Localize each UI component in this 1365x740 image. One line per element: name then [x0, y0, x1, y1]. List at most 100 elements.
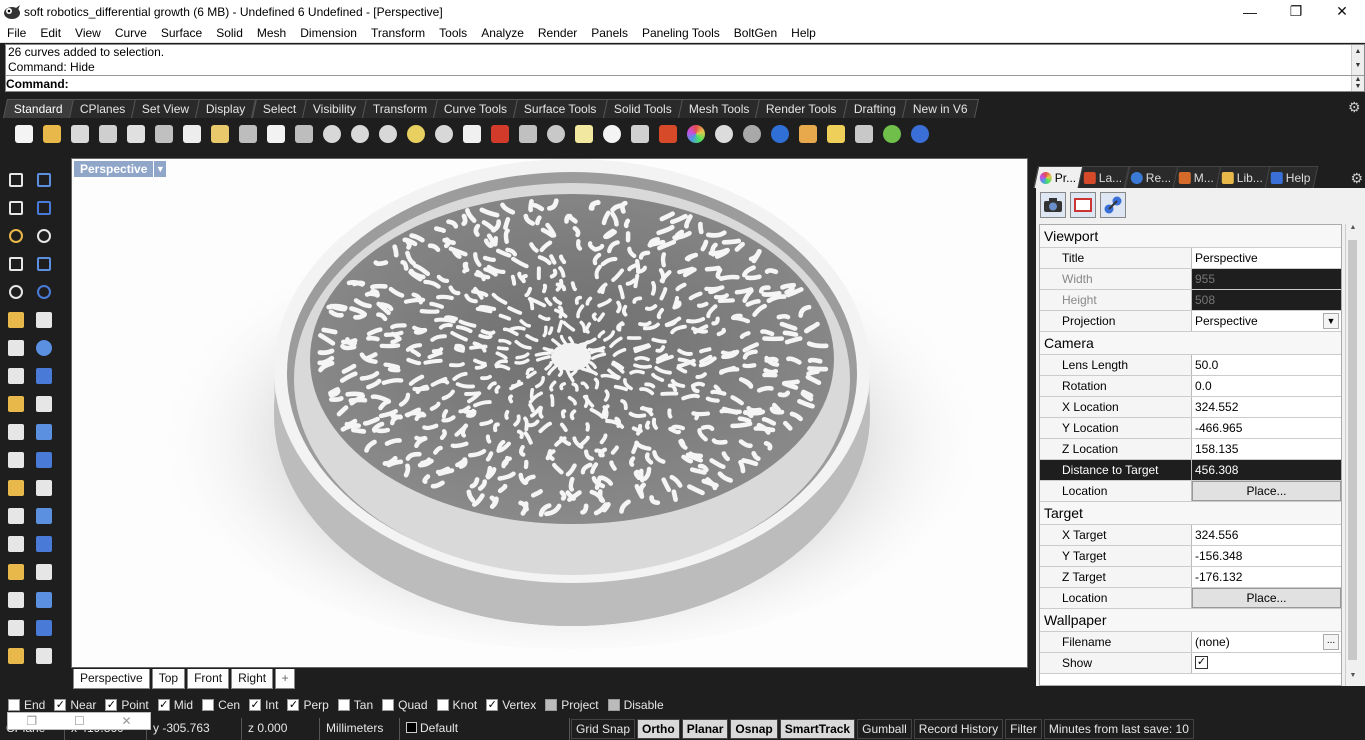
- bulb-button[interactable]: [599, 122, 624, 147]
- viewport-frame-icon[interactable]: [1070, 192, 1096, 218]
- rectangle-tool[interactable]: [30, 251, 58, 277]
- paste-button[interactable]: [207, 122, 232, 147]
- minimize-button[interactable]: —: [1227, 0, 1273, 23]
- dimension-tool[interactable]: [30, 503, 58, 529]
- tab-set-view[interactable]: Set View: [131, 99, 201, 118]
- layer-pane[interactable]: Default: [400, 718, 570, 740]
- osnap-cen[interactable]: Cen: [202, 698, 240, 712]
- osnap-end[interactable]: End: [8, 698, 45, 712]
- osnap-checkbox[interactable]: [545, 699, 558, 711]
- array-tool[interactable]: [2, 531, 30, 557]
- tab-standard[interactable]: Standard: [2, 99, 74, 118]
- z-target-field[interactable]: -176.132: [1192, 567, 1341, 587]
- x-location-field[interactable]: 324.552: [1192, 397, 1341, 417]
- menu-solid[interactable]: Solid: [209, 23, 250, 43]
- material-cube-tool[interactable]: [2, 643, 30, 669]
- crop-button[interactable]: [851, 122, 876, 147]
- grid-tool[interactable]: [30, 559, 58, 585]
- sphere-solid-tool[interactable]: [30, 335, 58, 361]
- distance-to-target-field[interactable]: 456.308: [1192, 460, 1341, 480]
- zoom-extents-button[interactable]: [375, 122, 400, 147]
- osnap-checkbox[interactable]: ✓: [249, 699, 262, 711]
- menu-file[interactable]: File: [0, 23, 33, 43]
- select-arrow-tool[interactable]: [2, 167, 30, 193]
- zoom-window-button[interactable]: [347, 122, 372, 147]
- osnap-point[interactable]: ✓ Point: [105, 698, 149, 712]
- split-tool[interactable]: [30, 419, 58, 445]
- open-button[interactable]: [39, 122, 64, 147]
- sphere-blue-button[interactable]: [767, 122, 792, 147]
- tab-new-in-v6[interactable]: New in V6: [901, 99, 979, 118]
- point-button[interactable]: [515, 122, 540, 147]
- menu-mesh[interactable]: Mesh: [250, 23, 293, 43]
- car-button[interactable]: [487, 122, 512, 147]
- sphere-shaded-button[interactable]: [711, 122, 736, 147]
- z-location-field[interactable]: 158.135: [1192, 439, 1341, 459]
- polygon-tool[interactable]: [2, 279, 30, 305]
- osnap-checkbox[interactable]: ✓: [287, 699, 300, 711]
- group-tool[interactable]: [30, 447, 58, 473]
- menu-dimension[interactable]: Dimension: [293, 23, 364, 43]
- curve-points-tool[interactable]: [30, 195, 58, 221]
- cut-button[interactable]: [151, 122, 176, 147]
- point-dot-tool[interactable]: [30, 167, 58, 193]
- menu-panels[interactable]: Panels: [584, 23, 635, 43]
- filename-field[interactable]: (none) ...: [1192, 632, 1341, 652]
- pan-hand-button[interactable]: [263, 122, 288, 147]
- tab-display[interactable]: Display: [195, 99, 257, 118]
- scroll-down-icon[interactable]: ▼: [1346, 672, 1360, 686]
- osnap-checkbox[interactable]: ✓: [157, 699, 170, 711]
- osnap-near[interactable]: ✓ Near: [54, 698, 96, 712]
- four-viewports-button[interactable]: [459, 122, 484, 147]
- osnap-checkbox[interactable]: ✓: [105, 699, 118, 711]
- height-tool[interactable]: [30, 587, 58, 613]
- viewport-tab-right[interactable]: Right: [231, 669, 274, 689]
- lock-button[interactable]: [627, 122, 652, 147]
- viewport-title[interactable]: Perspective ▼: [74, 161, 167, 177]
- close-icon[interactable]: ✕: [122, 714, 132, 728]
- panel-tab-properties[interactable]: Pr...: [1033, 166, 1084, 188]
- menu-boltgen[interactable]: BoltGen: [727, 23, 784, 43]
- viewport-tab-top[interactable]: Top: [151, 669, 186, 689]
- viewport-menu-arrow-icon[interactable]: ▼: [154, 161, 167, 177]
- projection-dropdown[interactable]: Perspective ▼: [1192, 311, 1341, 331]
- circle-tool[interactable]: [2, 223, 30, 249]
- grid-snap-toggle[interactable]: Grid Snap: [571, 719, 636, 739]
- units-pane[interactable]: Millimeters: [320, 718, 400, 740]
- copy-button[interactable]: [179, 122, 204, 147]
- target-place-button[interactable]: Place...: [1192, 588, 1341, 608]
- smarttrack-toggle[interactable]: SmartTrack: [779, 719, 856, 739]
- blend-tool[interactable]: [30, 475, 58, 501]
- osnap-disable[interactable]: Disable: [607, 698, 664, 712]
- scroll-thumb[interactable]: [1348, 240, 1357, 660]
- offset-tool[interactable]: [2, 475, 30, 501]
- osnap-checkbox[interactable]: [202, 699, 215, 711]
- edit-tool[interactable]: [30, 531, 58, 557]
- menu-curve[interactable]: Curve: [108, 23, 154, 43]
- osnap-checkbox[interactable]: [607, 699, 620, 711]
- explode-tool[interactable]: [2, 391, 30, 417]
- points-grid-tool[interactable]: [2, 587, 30, 613]
- tab-mesh-tools[interactable]: Mesh Tools: [677, 99, 761, 118]
- osnap-int[interactable]: ✓ Int: [249, 698, 278, 712]
- boolean-tool[interactable]: [30, 391, 58, 417]
- menu-transform[interactable]: Transform: [364, 23, 432, 43]
- tab-visibility[interactable]: Visibility: [301, 99, 368, 118]
- osnap-toggle[interactable]: Osnap: [730, 719, 778, 739]
- menu-render[interactable]: Render: [531, 23, 584, 43]
- tab-curve-tools[interactable]: Curve Tools: [433, 99, 519, 118]
- surface-tool[interactable]: [2, 307, 30, 333]
- zoom-target-button[interactable]: [431, 122, 456, 147]
- maximize-button[interactable]: ❐: [1273, 0, 1319, 23]
- tab-cplanes[interactable]: CPlanes: [68, 99, 137, 118]
- light-button[interactable]: [571, 122, 596, 147]
- polyline-tool[interactable]: [2, 195, 30, 221]
- ellipse-tool[interactable]: [30, 223, 58, 249]
- rotation-field[interactable]: 0.0: [1192, 376, 1341, 396]
- help-button[interactable]: [907, 122, 932, 147]
- osnap-checkbox[interactable]: [337, 699, 350, 711]
- osnap-perp[interactable]: ✓ Perp: [287, 698, 329, 712]
- circle-target-button[interactable]: [543, 122, 568, 147]
- osnap-knot[interactable]: Knot: [436, 698, 477, 712]
- rotate-view-button[interactable]: [291, 122, 316, 147]
